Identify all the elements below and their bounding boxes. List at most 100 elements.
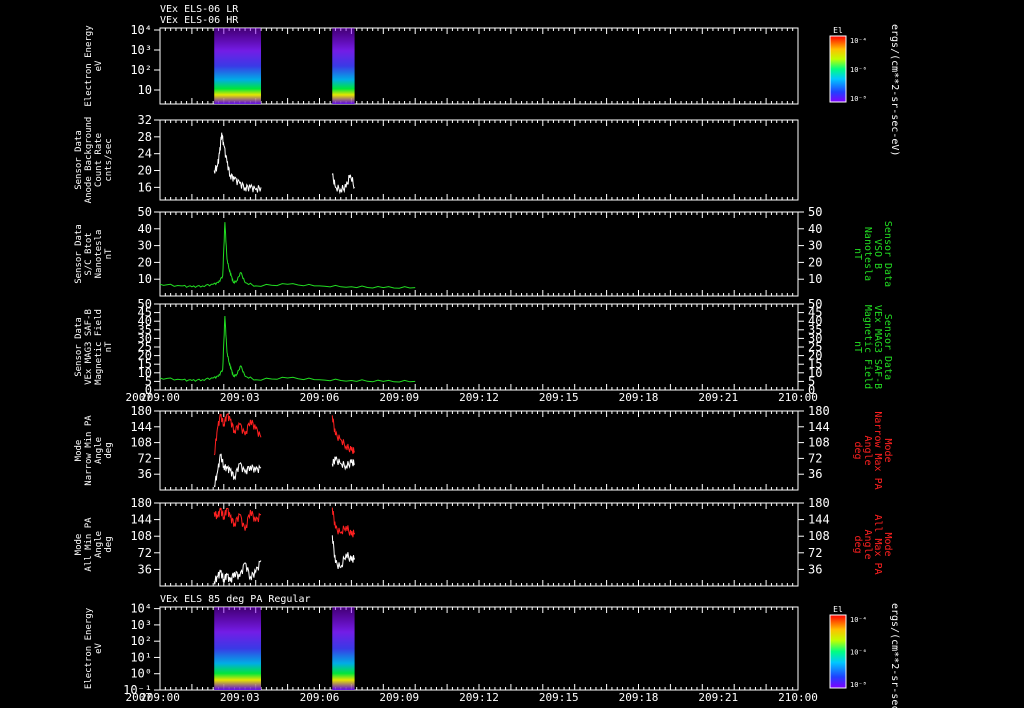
- colorbar-tick: 10⁻⁴: [850, 37, 867, 45]
- time-tick-label: 210:00: [778, 391, 818, 404]
- y-tick-label: 32: [138, 113, 152, 127]
- panel6-frame: [159, 502, 799, 587]
- ylabel-line: eV: [94, 643, 104, 654]
- ylabel-line: Count Rate: [94, 133, 104, 187]
- ylabel-line: Sensor Data: [74, 130, 84, 190]
- y-tick-label: 36: [138, 562, 152, 576]
- panel1-colorbar: [829, 35, 847, 103]
- panel3-ylabel: Sensor DataS/C BtotNanoteslanT: [74, 224, 114, 284]
- time-tick-label: 209:09: [379, 691, 419, 704]
- y-tick-label: 30: [138, 239, 152, 253]
- panel1: Electron EnergyeV 10 10² 10³ 10⁴ El 10⁻⁴ 10⁻⁶ 10…: [84, 23, 900, 156]
- y2-tick-label: 10: [808, 272, 822, 286]
- panel6: ModeAll Min PAAngledeg ModeAll Max PAAngl…: [74, 496, 893, 587]
- panel7-spectrogram-0: [214, 607, 262, 690]
- y-tick-label: 40: [138, 222, 152, 236]
- ylabel-line: Electron Energy: [84, 25, 94, 107]
- y-tick-label: 180: [130, 404, 152, 418]
- time-tick-label: 209:21: [698, 691, 738, 704]
- time-tick-label: 209:15: [539, 691, 579, 704]
- time-tick-label: 209:06: [300, 691, 340, 704]
- y-tick-label: 108: [130, 436, 152, 450]
- y2-tick-label: 50: [808, 297, 822, 311]
- y-tick-label: 10⁰: [130, 667, 152, 681]
- y-tick-label: 10²: [130, 63, 152, 77]
- plot-stack: Electron EnergyeV1010²10³10⁴ El10⁻⁴10⁻⁶10…: [74, 23, 900, 708]
- y2label-line: nT: [852, 341, 863, 353]
- colorbar-tick: 10⁻⁸: [850, 95, 867, 103]
- y-tick-label: 144: [130, 513, 152, 527]
- time-tick-label: 209:00: [140, 691, 180, 704]
- y-tick-label: 10²: [130, 634, 152, 648]
- y2-tick-label: 144: [808, 513, 830, 527]
- panel4-series-0: [159, 315, 416, 383]
- y-tick-label: 10³: [130, 43, 152, 57]
- y2-tick-label: 108: [808, 529, 830, 543]
- time-tick-label: 209:12: [459, 691, 499, 704]
- y2label-line: nT: [852, 248, 863, 260]
- panel7-colorbar: [829, 614, 847, 689]
- ylabel-line: cnts/sec: [104, 138, 114, 181]
- colorbar-title: El: [833, 26, 843, 35]
- ylabel-line: Nanotesla: [94, 230, 104, 279]
- panel1-ylabel: Electron EnergyeV: [84, 25, 104, 107]
- panel5-ylabel: ModeNarrow Min PAAngledeg: [74, 415, 114, 486]
- time-tick-label: 210:00: [778, 691, 818, 704]
- panel1-spectrogram-1: [332, 28, 355, 104]
- ylabel-line: All Min PA: [84, 517, 94, 572]
- ylabel-line: Angle: [94, 437, 104, 464]
- panel2-series-0: [213, 132, 355, 195]
- y-tick-label: 28: [138, 130, 152, 144]
- panel3-frame: [159, 211, 799, 297]
- y2-tick-label: 36: [808, 467, 822, 481]
- y2-tick-label: 30: [808, 239, 822, 253]
- ylabel-line: nT: [104, 248, 114, 259]
- colorbar-tick: 10⁻⁸: [850, 681, 867, 689]
- y2-tick-label: 180: [808, 496, 830, 510]
- y-tick-label: 10: [138, 83, 152, 97]
- y-tick-label: 144: [130, 420, 152, 434]
- y-tick-label: 20: [138, 164, 152, 178]
- panel4-ylabel: Sensor DataVEx MAG3 SAF-BMagnetic Fieldn…: [74, 309, 114, 385]
- panel1-spectrogram-0: [214, 28, 262, 104]
- time-tick-label: 209:18: [619, 691, 659, 704]
- panel7-ylabel: Electron EnergyeV: [84, 607, 104, 689]
- ylabel-line: Sensor Data: [74, 224, 84, 284]
- panel7-spectrogram-1: [332, 607, 355, 690]
- colorbar-title: El: [833, 605, 843, 614]
- colorbar-unit: ergs/(cm**2-sr-sec-eV): [889, 603, 900, 708]
- panel5-series-1: [213, 453, 356, 488]
- colorbar-tick: 10⁻⁴: [850, 616, 867, 624]
- time-tick-label: 209:03: [220, 691, 260, 704]
- ylabel-line: deg: [104, 442, 114, 458]
- y-tick-label: 10: [138, 272, 152, 286]
- colorbar-unit: ergs/(cm**2-sr-sec-eV): [889, 24, 900, 156]
- y-tick-label: 16: [138, 180, 152, 194]
- y2-tick-label: 50: [808, 205, 822, 219]
- panel3-series-0: [159, 222, 416, 289]
- y2label-line: deg: [852, 441, 863, 459]
- y2-tick-label: 20: [808, 255, 822, 269]
- ylabel-line: Mode: [74, 440, 84, 462]
- ylabel-line: Mode: [74, 534, 84, 556]
- panel5: ModeNarrow Min PAAngledeg ModeNarrow Max …: [74, 404, 893, 491]
- ylabel-line: eV: [94, 60, 104, 71]
- time-tick-label: 209:00: [140, 391, 180, 404]
- time-tick-label: 209:15: [539, 391, 579, 404]
- colorbar-tick: 10⁻⁶: [850, 649, 867, 657]
- ylabel-line: deg: [104, 536, 114, 552]
- ylabel-line: VEx MAG3 SAF-B: [84, 309, 94, 385]
- colorbar-tick: 10⁻⁶: [850, 66, 867, 74]
- panel5-y2label: ModeNarrow Max PAAngledeg: [852, 411, 893, 489]
- time-tick-label: 209:21: [698, 391, 738, 404]
- y-tick-label: 20: [138, 255, 152, 269]
- y2-tick-label: 108: [808, 436, 830, 450]
- panel5-frame: [159, 410, 799, 491]
- time-tick-label: 209:18: [619, 391, 659, 404]
- time-tick-label: 209:12: [459, 391, 499, 404]
- time-tick-label: 209:06: [300, 391, 340, 404]
- y2-tick-label: 144: [808, 420, 830, 434]
- panel6-ylabel: ModeAll Min PAAngledeg: [74, 517, 114, 572]
- y-tick-label: 180: [130, 496, 152, 510]
- ylabel-line: Angle: [94, 531, 104, 558]
